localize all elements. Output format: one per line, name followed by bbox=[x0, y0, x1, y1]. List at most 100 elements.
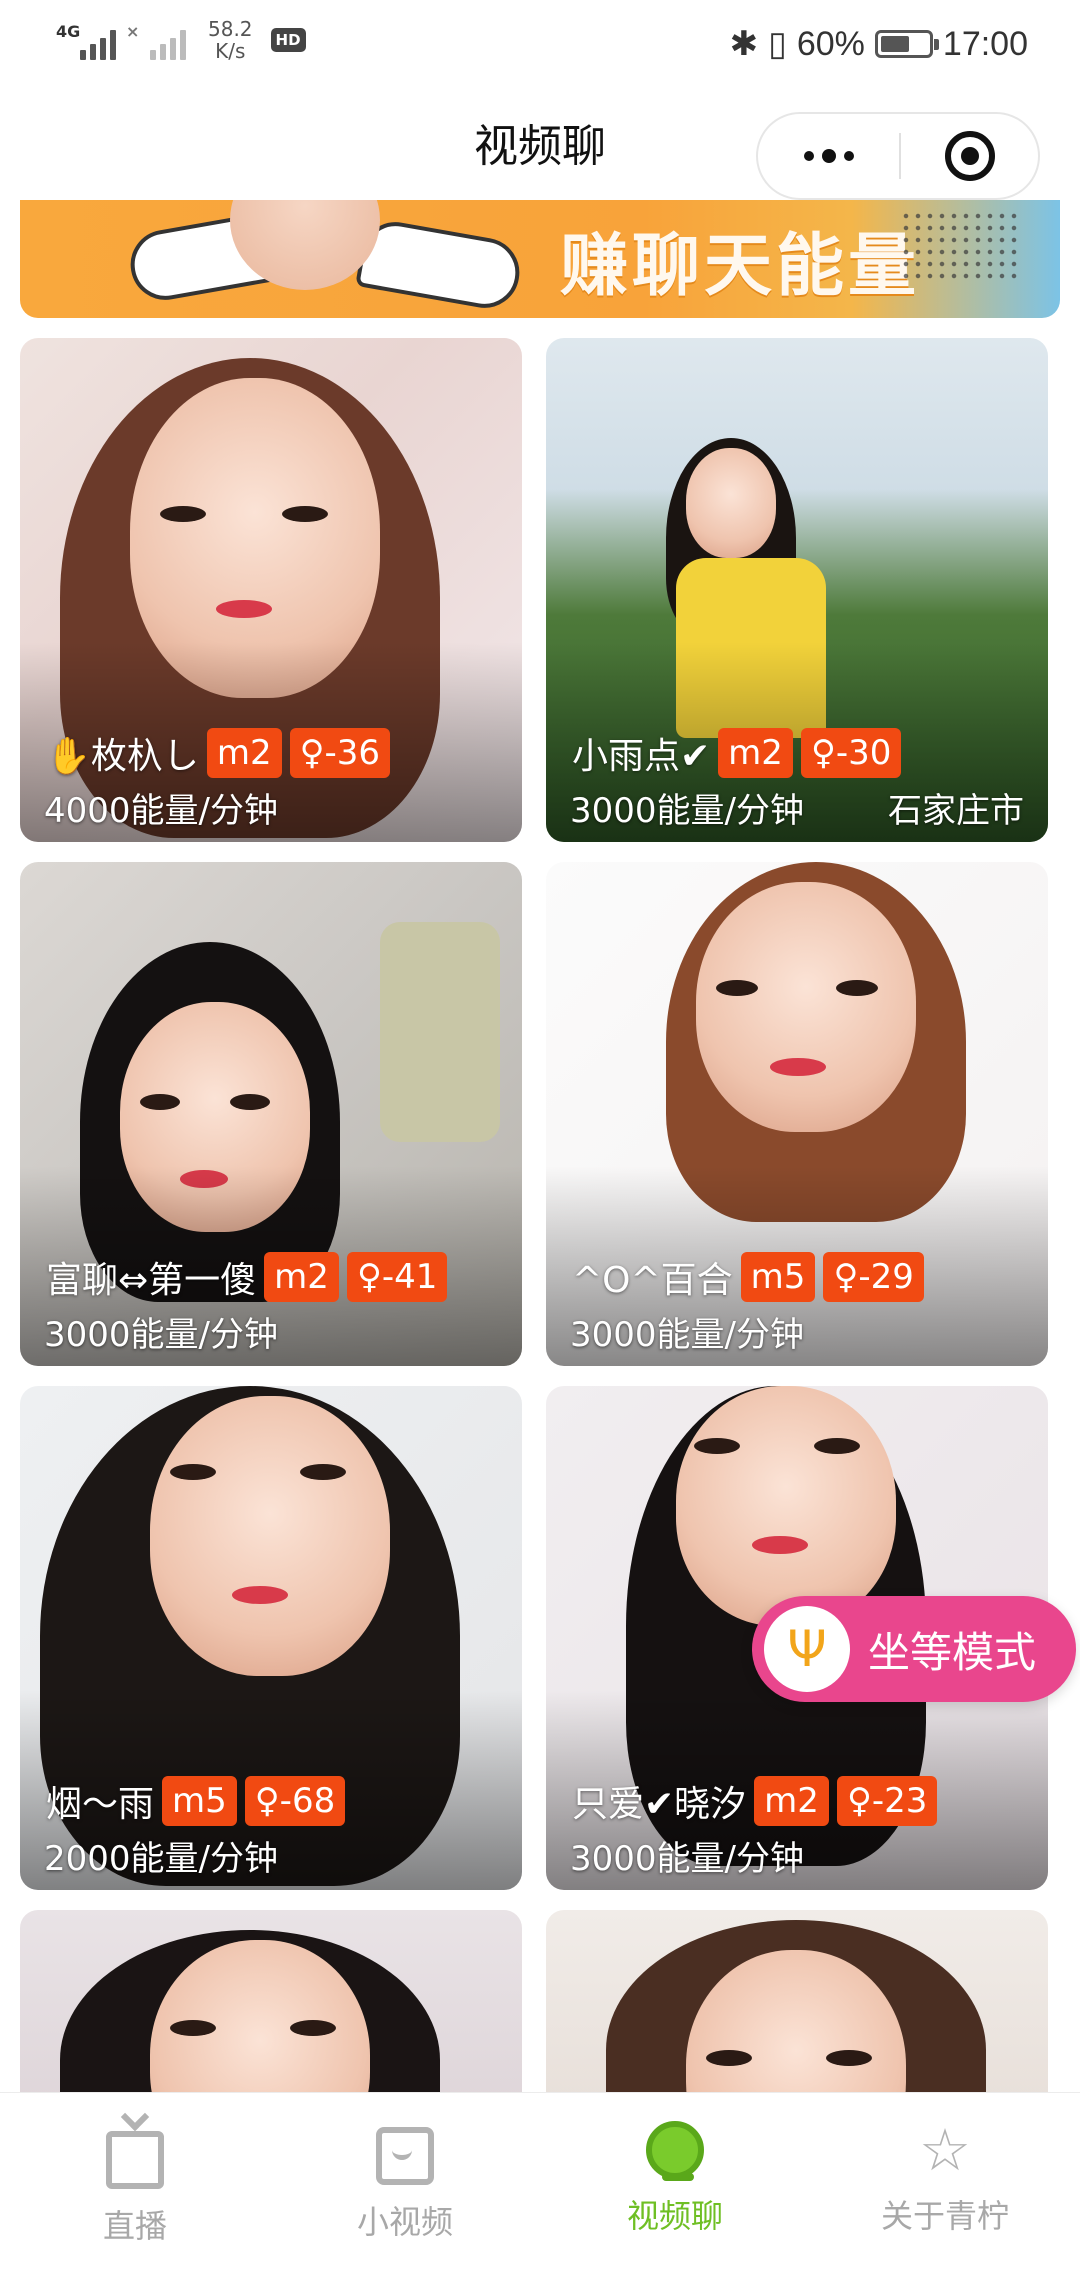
host-name: 富聊⇔第一傻 bbox=[46, 1260, 257, 1301]
host-price: 4000能量/分钟 bbox=[44, 791, 278, 831]
tab-label: 视频聊 bbox=[626, 2197, 723, 2235]
tab-label: 直播 bbox=[102, 2207, 167, 2245]
eye-shape bbox=[160, 506, 206, 522]
face-shape bbox=[676, 1386, 896, 1626]
wait-mode-button[interactable]: Ψ 坐等模式 bbox=[752, 1596, 1076, 1702]
host-name: ^O^百合 bbox=[572, 1260, 733, 1301]
more-dot-icon bbox=[803, 151, 814, 161]
level-badge: m2 bbox=[754, 1776, 829, 1826]
close-button[interactable] bbox=[901, 114, 1038, 198]
host-card[interactable] bbox=[20, 1910, 522, 2100]
eye-shape bbox=[836, 980, 878, 996]
clock: 17:00 bbox=[942, 24, 1028, 63]
battery-percent: 60% bbox=[796, 24, 865, 63]
age-badge: ♀-23 bbox=[836, 1776, 938, 1826]
age-badge: ♀-68 bbox=[244, 1776, 346, 1826]
wait-mode-label: 坐等模式 bbox=[868, 1627, 1037, 1677]
battery-fill bbox=[880, 36, 909, 52]
eye-shape bbox=[230, 1094, 270, 1110]
eye-shape bbox=[706, 2050, 752, 2066]
banner-text: 赚聊天能量 bbox=[560, 227, 921, 306]
eye-shape bbox=[716, 980, 758, 996]
eye-shape bbox=[170, 1464, 216, 1480]
eye-shape bbox=[826, 2050, 872, 2066]
promo-banner[interactable]: 赚聊天能量 bbox=[20, 200, 1060, 318]
host-price: 3000能量/分钟 bbox=[570, 1315, 804, 1355]
miniprogram-capsule bbox=[756, 112, 1040, 200]
host-name: 烟～雨 bbox=[46, 1784, 155, 1825]
host-card[interactable]: 烟～雨 m5 ♀-68 2000能量/分钟 bbox=[20, 1386, 522, 1890]
card-meta: ^O^百合 m5 ♀-29 3000能量/分钟 bbox=[570, 1251, 1024, 1356]
tab-label: 小视频 bbox=[356, 2203, 453, 2241]
bluetooth-icon: ✱ bbox=[729, 25, 759, 63]
eye-shape bbox=[694, 1438, 740, 1454]
host-name: ✋枚杁し bbox=[46, 736, 199, 777]
trident-icon: Ψ bbox=[764, 1606, 850, 1692]
age-badge: ♀-29 bbox=[823, 1252, 924, 1302]
speed-unit: K/s bbox=[215, 39, 246, 63]
more-button[interactable] bbox=[758, 114, 899, 198]
age-badge: ♀-36 bbox=[289, 728, 391, 778]
host-card[interactable]: ✋枚杁し m2 ♀-36 4000能量/分钟 bbox=[20, 338, 522, 842]
level-badge: m2 bbox=[264, 1252, 339, 1302]
level-badge: m5 bbox=[162, 1776, 237, 1826]
tab-label: 关于青柠 bbox=[880, 2197, 1009, 2235]
signal-2-icon: × bbox=[126, 20, 186, 60]
network-type: 4G bbox=[56, 22, 81, 41]
tab-video-chat[interactable]: 视频聊 bbox=[540, 2093, 810, 2280]
card-meta: 只爱✔晓汐 m2 ♀-23 3000能量/分钟 bbox=[570, 1775, 1024, 1880]
eye-shape bbox=[140, 1094, 180, 1110]
eye-shape bbox=[290, 2020, 336, 2036]
card-meta: ✋枚杁し m2 ♀-36 4000能量/分钟 bbox=[44, 727, 498, 832]
wing-icon bbox=[355, 216, 525, 314]
host-name: 只爱✔晓汐 bbox=[572, 1784, 747, 1825]
tab-live[interactable]: 直播 bbox=[0, 2093, 270, 2280]
age-badge: ♀-41 bbox=[346, 1252, 448, 1302]
eye-shape bbox=[170, 2020, 216, 2036]
title-bar: 视频聊 bbox=[0, 92, 1080, 202]
cloth-shape bbox=[380, 922, 500, 1142]
hd-badge: HD bbox=[270, 28, 306, 52]
status-bar: 4G × 58.2 K/s HD ✱ ▯ 60% 17:00 bbox=[0, 0, 1080, 92]
face-shape bbox=[150, 1396, 390, 1676]
more-dot-icon bbox=[821, 149, 836, 163]
more-dot-icon bbox=[843, 151, 854, 161]
vibrate-icon: ▯ bbox=[768, 25, 787, 63]
target-icon bbox=[944, 131, 995, 181]
no-signal-mark: × bbox=[126, 22, 140, 41]
tv-icon bbox=[106, 2131, 164, 2189]
level-badge: m2 bbox=[718, 728, 793, 778]
signal-icon: 4G bbox=[56, 20, 116, 60]
lips-shape bbox=[752, 1536, 808, 1554]
host-card[interactable]: 小雨点✔ m2 ♀-30 3000能量/分钟 石家庄市 bbox=[546, 338, 1048, 842]
card-meta: 烟～雨 m5 ♀-68 2000能量/分钟 bbox=[44, 1775, 498, 1880]
host-price: 3000能量/分钟 bbox=[570, 1839, 804, 1879]
eye-shape bbox=[282, 506, 328, 522]
card-meta: 富聊⇔第一傻 m2 ♀-41 3000能量/分钟 bbox=[44, 1251, 498, 1356]
dot-pattern bbox=[900, 210, 1020, 280]
lips-shape bbox=[770, 1058, 826, 1076]
lips-shape bbox=[232, 1586, 288, 1604]
tab-short-video[interactable]: 小视频 bbox=[270, 2093, 540, 2280]
card-meta: 小雨点✔ m2 ♀-30 3000能量/分钟 石家庄市 bbox=[570, 727, 1024, 832]
tab-about[interactable]: ☆ 关于青柠 bbox=[810, 2093, 1080, 2280]
level-badge: m2 bbox=[206, 728, 282, 778]
eye-shape bbox=[814, 1438, 860, 1454]
face-shape bbox=[686, 448, 776, 558]
host-price: 3000能量/分钟 bbox=[44, 1315, 278, 1355]
host-name: 小雨点✔ bbox=[572, 736, 711, 777]
age-badge: ♀-30 bbox=[800, 728, 902, 778]
face-shape bbox=[696, 882, 916, 1132]
chat-icon bbox=[376, 2127, 434, 2185]
network-speed: 58.2 K/s bbox=[208, 18, 253, 62]
level-badge: m5 bbox=[740, 1252, 816, 1302]
lips-shape bbox=[216, 600, 272, 618]
host-card[interactable]: 富聊⇔第一傻 m2 ♀-41 3000能量/分钟 bbox=[20, 862, 522, 1366]
eye-shape bbox=[300, 1464, 346, 1480]
host-card[interactable]: ^O^百合 m5 ♀-29 3000能量/分钟 bbox=[546, 862, 1048, 1366]
webcam-icon bbox=[646, 2121, 704, 2181]
host-price: 3000能量/分钟 bbox=[570, 791, 804, 831]
bottom-tab-bar: 直播 小视频 视频聊 ☆ 关于青柠 bbox=[0, 2092, 1080, 2280]
host-card[interactable] bbox=[546, 1910, 1048, 2100]
star-icon: ☆ bbox=[919, 2116, 971, 2184]
